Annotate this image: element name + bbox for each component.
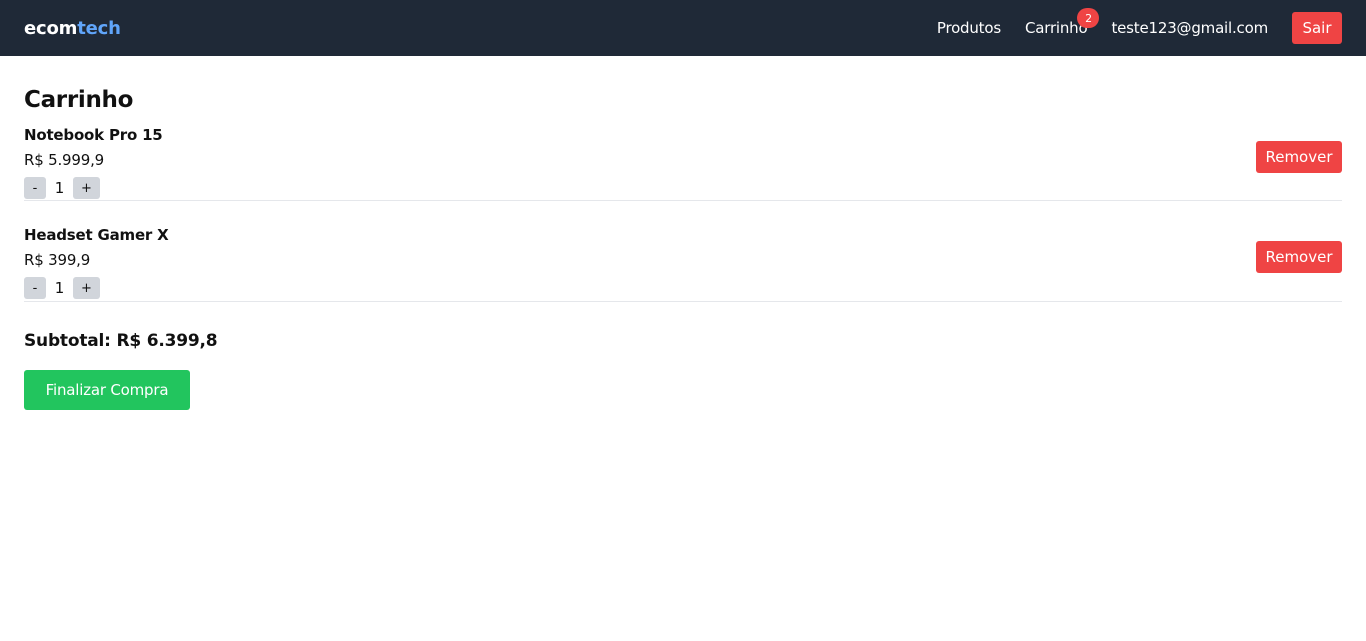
remove-item-button[interactable]: Remover [1256, 141, 1342, 173]
cart-item-list: Notebook Pro 15 R$ 5.999,9 - 1 + Remover… [24, 122, 1342, 302]
cart-item-info: Headset Gamer X R$ 399,9 - 1 + [24, 225, 169, 299]
cart-item-price: R$ 399,9 [24, 251, 91, 269]
user-email: teste123@gmail.com [1111, 19, 1268, 37]
cart-page: Carrinho Notebook Pro 15 R$ 5.999,9 - 1 … [0, 86, 1366, 410]
brand-logo[interactable]: ecomtech [24, 18, 121, 39]
nav-link-cart[interactable]: Carrinho 2 [1025, 8, 1100, 37]
quantity-value: 1 [54, 279, 65, 297]
checkout-button[interactable]: Finalizar Compra [24, 370, 190, 410]
remove-item-button[interactable]: Remover [1256, 241, 1342, 273]
cart-item-name: Headset Gamer X [24, 226, 169, 244]
cart-item-price: R$ 5.999,9 [24, 151, 104, 169]
cart-item: Notebook Pro 15 R$ 5.999,9 - 1 + Remover [24, 122, 1342, 201]
cart-item-name: Notebook Pro 15 [24, 126, 163, 144]
page-title: Carrinho [24, 87, 134, 113]
logo-text-primary: ecom [24, 17, 78, 39]
cart-item: Headset Gamer X R$ 399,9 - 1 + Remover [24, 201, 1342, 302]
decrease-quantity-button[interactable]: - [24, 277, 46, 299]
logout-button[interactable]: Sair [1292, 12, 1342, 44]
increase-quantity-button[interactable]: + [73, 277, 100, 299]
cart-item-info: Notebook Pro 15 R$ 5.999,9 - 1 + [24, 125, 163, 199]
increase-quantity-button[interactable]: + [73, 177, 100, 199]
main-nav: Produtos Carrinho 2 teste123@gmail.com S… [937, 0, 1342, 56]
quantity-value: 1 [54, 179, 65, 197]
cart-count-badge: 2 [1077, 8, 1100, 28]
nav-link-products[interactable]: Produtos [937, 19, 1001, 37]
decrease-quantity-button[interactable]: - [24, 177, 46, 199]
quantity-stepper: - 1 + [24, 277, 169, 299]
quantity-stepper: - 1 + [24, 177, 163, 199]
cart-subtotal: Subtotal: R$ 6.399,8 [24, 331, 218, 351]
logo-text-accent: tech [77, 17, 121, 39]
top-navbar: ecomtech Produtos Carrinho 2 teste123@gm… [0, 0, 1366, 56]
